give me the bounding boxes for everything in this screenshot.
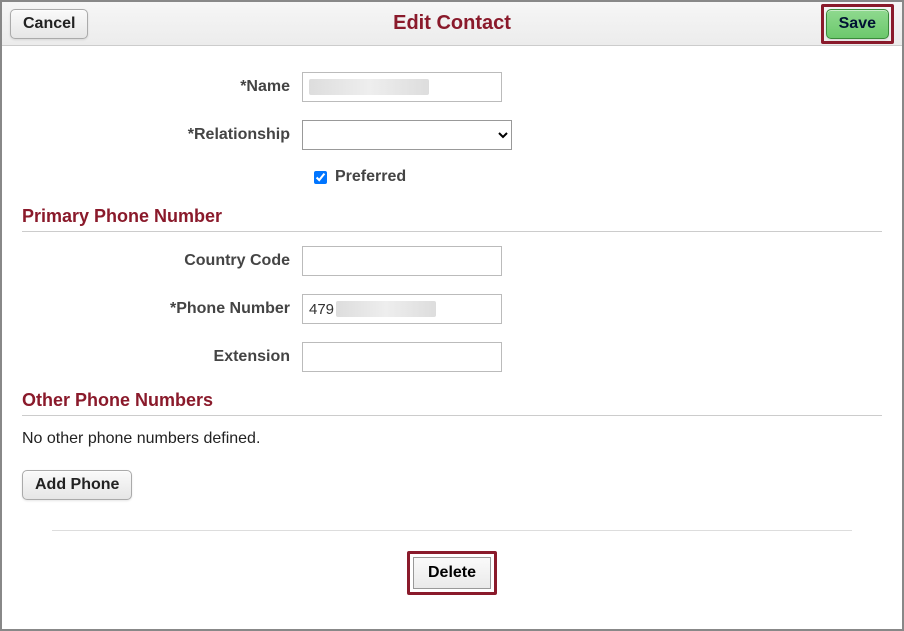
name-label: *Name xyxy=(22,78,302,96)
extension-input[interactable] xyxy=(302,342,502,372)
relationship-label: *Relationship xyxy=(22,126,302,144)
name-input[interactable] xyxy=(302,72,502,102)
add-phone-button[interactable]: Add Phone xyxy=(22,470,132,500)
page-title: Edit Contact xyxy=(2,12,902,35)
bottom-divider xyxy=(52,530,852,531)
phone-number-label: *Phone Number xyxy=(22,300,302,318)
delete-highlight-box: Delete xyxy=(407,551,497,595)
footer-area: Delete xyxy=(22,543,882,595)
phone-prefix: 479 xyxy=(309,301,334,318)
preferred-checkbox[interactable] xyxy=(314,171,327,184)
cancel-button[interactable]: Cancel xyxy=(10,9,88,39)
country-code-row: Country Code xyxy=(22,246,882,276)
phone-number-input[interactable]: 479 xyxy=(302,294,502,324)
save-button[interactable]: Save xyxy=(826,9,889,39)
extension-label: Extension xyxy=(22,348,302,366)
phone-number-row: *Phone Number 479 xyxy=(22,294,882,324)
no-other-phone-text: No other phone numbers defined. xyxy=(22,430,882,448)
primary-phone-section-title: Primary Phone Number xyxy=(22,206,882,232)
name-row: *Name xyxy=(22,72,882,102)
country-code-label: Country Code xyxy=(22,252,302,270)
save-highlight-box: Save xyxy=(821,4,894,44)
country-code-input[interactable] xyxy=(302,246,502,276)
other-phone-section-title: Other Phone Numbers xyxy=(22,390,882,416)
relationship-row: *Relationship xyxy=(22,120,882,150)
header-bar: Cancel Edit Contact Save xyxy=(2,2,902,46)
extension-row: Extension xyxy=(22,342,882,372)
preferred-label: Preferred xyxy=(335,168,406,186)
preferred-row: Preferred xyxy=(314,168,882,186)
relationship-select[interactable] xyxy=(302,120,512,150)
delete-button[interactable]: Delete xyxy=(413,557,491,589)
content-area: *Name *Relationship Preferred Primary Ph… xyxy=(2,46,902,615)
